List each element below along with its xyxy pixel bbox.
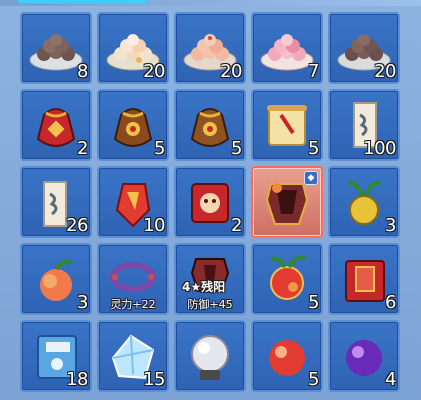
item-quantity: 2 xyxy=(77,138,88,159)
inventory-slot[interactable]: 5 xyxy=(174,89,246,161)
inventory-slot[interactable]: 4 xyxy=(328,320,400,392)
inventory-slot[interactable]: 5 xyxy=(251,243,323,315)
inventory-slot[interactable]: 5 xyxy=(97,89,169,161)
inventory-slot[interactable]: 100 xyxy=(328,89,400,161)
item-quantity: 18 xyxy=(66,369,88,390)
item-quantity: 5 xyxy=(308,138,319,159)
item-quantity: 100 xyxy=(363,138,396,159)
item-tag: 4★残阳 xyxy=(182,280,226,294)
item-quantity: 3 xyxy=(77,292,88,313)
inventory-slot[interactable]: 灵力+22 xyxy=(97,243,169,315)
inventory-slot[interactable]: 8 xyxy=(20,12,92,84)
item-quantity: 15 xyxy=(143,369,165,390)
inventory-panel: 8 20 20 7 20 2 5 5 5 100 26 10 2 ◆ 3 3 灵… xyxy=(0,0,421,400)
tab-highlight xyxy=(18,0,148,3)
item-quantity: 5 xyxy=(154,138,165,159)
item-quantity: 26 xyxy=(66,215,88,236)
inventory-slot[interactable]: 2 xyxy=(20,89,92,161)
inventory-slot[interactable]: 5 xyxy=(251,89,323,161)
lock-icon: ◆ xyxy=(304,171,318,185)
inventory-slot[interactable]: 5 xyxy=(251,320,323,392)
inventory-slot[interactable]: 4★残阳 防御+45 xyxy=(174,243,246,315)
item-quantity: 20 xyxy=(143,61,165,82)
item-quantity: 2 xyxy=(231,215,242,236)
item-quantity: 20 xyxy=(220,61,242,82)
inventory-slot-selected[interactable]: ◆ xyxy=(251,166,323,238)
item-quantity: 5 xyxy=(308,369,319,390)
inventory-slot[interactable]: 10 xyxy=(97,166,169,238)
crystal-orb-icon xyxy=(191,335,229,380)
item-quantity: 7 xyxy=(308,61,319,82)
inventory-slot[interactable]: 3 xyxy=(328,166,400,238)
item-quantity: 10 xyxy=(143,215,165,236)
inventory-slot[interactable]: 18 xyxy=(20,320,92,392)
inventory-slot[interactable]: 3 xyxy=(20,243,92,315)
item-quantity: 20 xyxy=(374,61,396,82)
inventory-slot[interactable]: 2 xyxy=(174,166,246,238)
item-quantity: 6 xyxy=(385,292,396,313)
item-quantity: 8 xyxy=(77,61,88,82)
item-stat: 防御+45 xyxy=(187,298,233,311)
item-quantity: 3 xyxy=(385,215,396,236)
inventory-slot[interactable]: 20 xyxy=(97,12,169,84)
inventory-slot[interactable]: 20 xyxy=(328,12,400,84)
inventory-slot[interactable]: 20 xyxy=(174,12,246,84)
inventory-slot[interactable]: 6 xyxy=(328,243,400,315)
inventory-slot[interactable]: 15 xyxy=(97,320,169,392)
inventory-slot[interactable]: 26 xyxy=(20,166,92,238)
item-quantity: 5 xyxy=(231,138,242,159)
item-stat: 灵力+22 xyxy=(110,298,156,311)
inventory-slot[interactable] xyxy=(174,320,246,392)
tab-strip xyxy=(0,0,421,6)
inventory-slot[interactable]: 7 xyxy=(251,12,323,84)
inventory-grid: 8 20 20 7 20 2 5 5 5 100 26 10 2 ◆ 3 3 灵… xyxy=(20,12,400,392)
item-quantity: 5 xyxy=(308,292,319,313)
item-quantity: 4 xyxy=(385,369,396,390)
